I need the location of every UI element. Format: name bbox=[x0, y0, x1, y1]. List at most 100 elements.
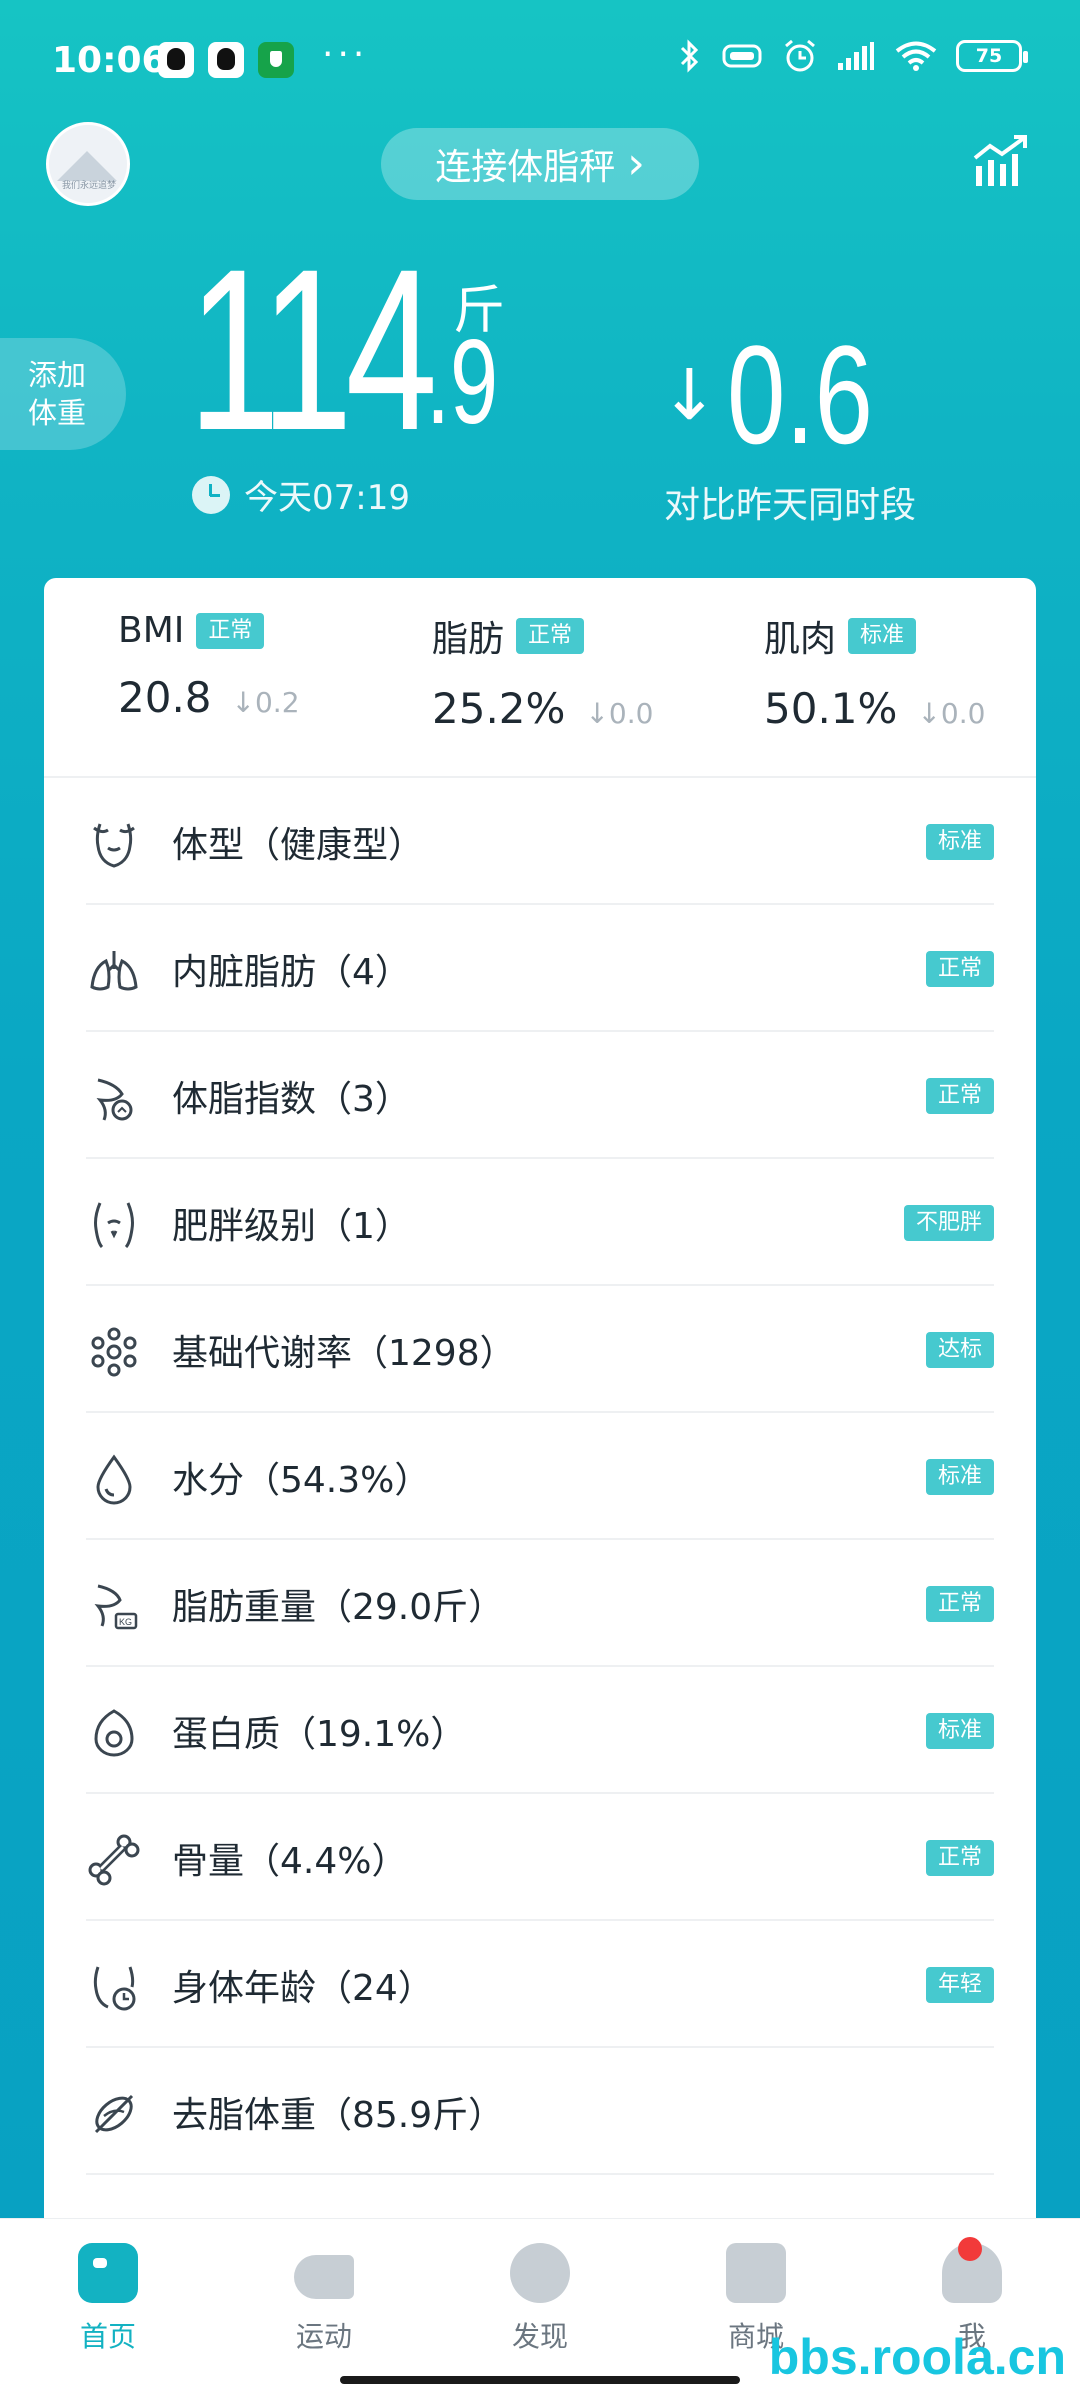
list-item-lean-weight[interactable]: 去脂体重（85.9斤） bbox=[44, 2048, 1036, 2175]
nav-label: 发现 bbox=[511, 2320, 568, 2353]
avatar-image bbox=[57, 151, 117, 181]
connect-scale-button[interactable]: 连接体脂秤 › bbox=[381, 128, 699, 200]
metric-delta: ↓0.0 bbox=[917, 697, 986, 730]
avatar[interactable]: 我们永远追梦 bbox=[46, 122, 130, 206]
vibrate-icon bbox=[722, 44, 762, 68]
user-icon bbox=[942, 2237, 1002, 2303]
list-item-label: 基础代谢率（1298） bbox=[172, 1332, 516, 1374]
signal-icon bbox=[838, 42, 874, 70]
chevron-right-icon: › bbox=[627, 138, 645, 189]
list-item-obesity-level[interactable]: 肥胖级别（1） 不肥胖 bbox=[44, 1159, 1036, 1286]
list-item-body-age[interactable]: 身体年龄（24） 年轻 bbox=[44, 1921, 1036, 2048]
nav-sport[interactable]: 运动 bbox=[254, 2243, 394, 2355]
list-item-label: 去脂体重（85.9斤） bbox=[172, 2094, 505, 2136]
bone-icon bbox=[88, 1834, 140, 1886]
metric-muscle[interactable]: 肌肉 标准 50.1% ↓0.0 bbox=[764, 610, 985, 733]
nav-home[interactable]: 首页 bbox=[38, 2243, 178, 2355]
list-item-label: 蛋白质（19.1%） bbox=[172, 1713, 467, 1755]
list-item-label: 肥胖级别（1） bbox=[172, 1205, 411, 1247]
nav-label: 运动 bbox=[295, 2320, 352, 2353]
nav-label: 首页 bbox=[79, 2320, 136, 2353]
list-item-label: 体型（健康型） bbox=[172, 824, 425, 866]
connect-scale-label: 连接体脂秤 bbox=[435, 147, 616, 188]
body-age-icon bbox=[93, 1966, 136, 2011]
avatar-caption: 我们永远追梦 bbox=[61, 181, 116, 191]
metric-delta: ↓0.0 bbox=[585, 697, 654, 730]
status-badge: 正常 bbox=[196, 612, 265, 649]
bluetooth-icon bbox=[680, 39, 699, 73]
measure-time: 今天07:19 bbox=[192, 470, 410, 519]
shoe-icon bbox=[294, 2255, 354, 2299]
svg-text:KG: KG bbox=[119, 1617, 132, 1627]
weight-change-caption: 对比昨天同时段 bbox=[664, 485, 917, 526]
fat-weight-icon: KG bbox=[94, 1584, 138, 1630]
status-badge: 不肥胖 bbox=[903, 1204, 994, 1241]
list-item-water[interactable]: 水分（54.3%） 标准 bbox=[44, 1413, 1036, 1540]
status-badge: 标准 bbox=[848, 618, 917, 654]
status-badge: 正常 bbox=[925, 1585, 994, 1622]
status-notification-icons bbox=[158, 42, 294, 78]
wifi-icon bbox=[895, 41, 937, 71]
weight-unit: 斤 bbox=[453, 281, 506, 341]
metric-value: 25.2% bbox=[432, 684, 566, 733]
list-item-label: 体脂指数（3） bbox=[172, 1078, 411, 1120]
watermark: bbs.roola.cn bbox=[768, 2329, 1066, 2385]
status-badge: 标准 bbox=[925, 1458, 994, 1495]
list-item-protein[interactable]: 蛋白质（19.1%） 标准 bbox=[44, 1667, 1036, 1794]
list-item-label: 脂肪重量（29.0斤） bbox=[172, 1586, 505, 1628]
home-icon bbox=[78, 2243, 138, 2303]
alarm-icon bbox=[785, 39, 815, 72]
list-item-fat-weight[interactable]: KG 脂肪重量（29.0斤） 正常 bbox=[44, 1540, 1036, 1667]
compass-icon bbox=[510, 2243, 570, 2303]
lungs-icon bbox=[90, 951, 138, 991]
egg-icon bbox=[94, 1709, 134, 1757]
list-item-body-fat-index[interactable]: 体脂指数（3） 正常 bbox=[44, 1032, 1036, 1159]
security-shield-icon bbox=[258, 42, 294, 78]
metric-delta: ↓0.2 bbox=[231, 686, 300, 719]
status-system-icons: 75 bbox=[678, 38, 1028, 74]
metric-fat[interactable]: 脂肪 正常 25.2% ↓0.0 bbox=[432, 610, 653, 733]
metric-bmi[interactable]: BMI 正常 20.8 ↓0.2 bbox=[118, 610, 300, 722]
metric-name: 肌肉 bbox=[764, 619, 837, 660]
water-drop-icon bbox=[96, 1454, 132, 1505]
weight-value: 114 bbox=[188, 221, 438, 478]
list-item-label: 内脏脂肪（4） bbox=[172, 951, 411, 993]
shopping-bag-icon bbox=[726, 2243, 786, 2303]
nav-discover[interactable]: 发现 bbox=[470, 2243, 610, 2355]
add-weight-label-line2: 体重 bbox=[27, 396, 86, 430]
trend-chart-icon[interactable] bbox=[970, 132, 1030, 192]
indicator-list: 体型（健康型） 标准 内脏脂肪（4） 正常 体脂指数（3） 正常 肥胖级别（1）… bbox=[44, 778, 1036, 2175]
body-fat-index-icon bbox=[96, 1078, 133, 1121]
home-indicator[interactable] bbox=[340, 2376, 740, 2384]
status-badge: 正常 bbox=[925, 1839, 994, 1876]
metric-name: 脂肪 bbox=[432, 619, 505, 660]
qq-app-icon bbox=[208, 42, 244, 78]
body-type-icon bbox=[93, 823, 135, 868]
weight-change: ↓ 0.6 bbox=[660, 325, 921, 465]
notification-dot bbox=[958, 2237, 982, 2261]
status-badge: 正常 bbox=[925, 1077, 994, 1114]
list-item-body-type[interactable]: 体型（健康型） 标准 bbox=[44, 778, 1036, 905]
key-metrics: BMI 正常 20.8 ↓0.2 脂肪 正常 25.2% ↓0.0 肌肉 标准 50.1%… bbox=[44, 578, 1036, 778]
status-bar: 10:06 ··· 75 bbox=[0, 0, 1080, 130]
metabolism-icon bbox=[91, 1327, 137, 1377]
add-weight-label-line1: 添加 bbox=[27, 358, 86, 392]
add-weight-button[interactable]: 添加 体重 bbox=[0, 338, 126, 450]
qq-app-icon bbox=[158, 42, 194, 78]
list-item-bone-mass[interactable]: 骨量（4.4%） 正常 bbox=[44, 1794, 1036, 1921]
status-badge: 达标 bbox=[925, 1331, 994, 1368]
clock-icon bbox=[192, 475, 230, 514]
lean-weight-icon bbox=[94, 2094, 134, 2134]
list-item-bmr[interactable]: 基础代谢率（1298） 达标 bbox=[44, 1286, 1036, 1413]
down-arrow-icon: ↓ bbox=[660, 354, 719, 436]
list-item-visceral-fat[interactable]: 内脏脂肪（4） 正常 bbox=[44, 905, 1036, 1032]
metric-name: BMI bbox=[118, 610, 185, 651]
list-item-label: 骨量（4.4%） bbox=[172, 1840, 408, 1882]
battery-indicator: 75 bbox=[956, 40, 1028, 72]
status-badge: 年轻 bbox=[925, 1966, 994, 2003]
measure-time-text: 今天07:19 bbox=[244, 478, 410, 518]
torso-icon bbox=[94, 1202, 134, 1249]
list-item-label: 水分（54.3%） bbox=[172, 1459, 431, 1501]
status-badge: 标准 bbox=[925, 1712, 994, 1749]
status-badge: 标准 bbox=[925, 823, 994, 860]
